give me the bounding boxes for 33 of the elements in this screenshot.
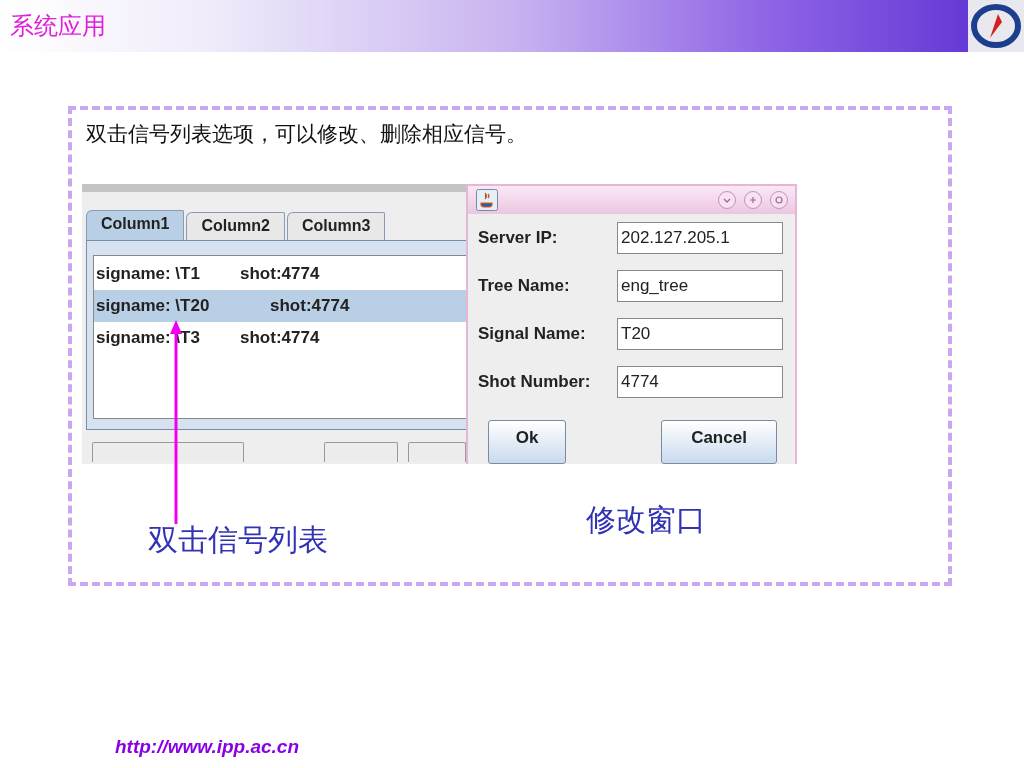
list-row[interactable]: signame: \T1 shot:4774 xyxy=(94,258,466,290)
list-row[interactable]: signame: \T20 shot:4774 xyxy=(94,290,466,322)
shot-number: shot:4774 xyxy=(240,264,320,284)
button[interactable] xyxy=(92,442,245,462)
button[interactable] xyxy=(324,442,399,462)
caption: 双击信号列表 xyxy=(148,521,328,559)
field-label: Server IP: xyxy=(478,228,558,248)
caption: 修改窗口 xyxy=(586,501,706,539)
minimize-icon[interactable] xyxy=(717,190,737,210)
input-field[interactable]: T20 xyxy=(617,318,783,350)
input-field[interactable]: eng_tree xyxy=(617,270,783,302)
field-label: Shot Number: xyxy=(478,372,591,392)
shot-number: shot:4774 xyxy=(270,296,350,316)
field-label: Signal Name: xyxy=(478,324,586,344)
input-field[interactable]: 4774 xyxy=(617,366,783,398)
cancel-button[interactable]: Cancel xyxy=(661,420,777,464)
field-label: Tree Name: xyxy=(478,276,570,296)
button[interactable] xyxy=(408,442,466,462)
logo-icon xyxy=(968,0,1024,52)
maximize-icon[interactable] xyxy=(743,190,763,210)
website-url[interactable]: http://www.ipp.ac.cn xyxy=(115,736,300,758)
tab[interactable]: Column1 xyxy=(86,210,185,240)
java-cup-icon xyxy=(476,189,498,211)
ok-button[interactable]: Ok xyxy=(488,420,566,464)
signal-name: signame: \T20 xyxy=(96,296,211,316)
slide-title: 系统应用 xyxy=(9,11,106,42)
tab[interactable]: Column2 xyxy=(186,212,285,240)
close-icon[interactable] xyxy=(769,190,789,210)
shot-number: shot:4774 xyxy=(240,328,320,348)
input-field[interactable]: 202.127.205.1 xyxy=(617,222,783,254)
tab[interactable]: Column3 xyxy=(286,212,386,240)
instruction-text: 双击信号列表选项，可以修改、删除相应信号。 xyxy=(86,121,528,148)
signal-name: signame: \T1 xyxy=(96,264,201,284)
